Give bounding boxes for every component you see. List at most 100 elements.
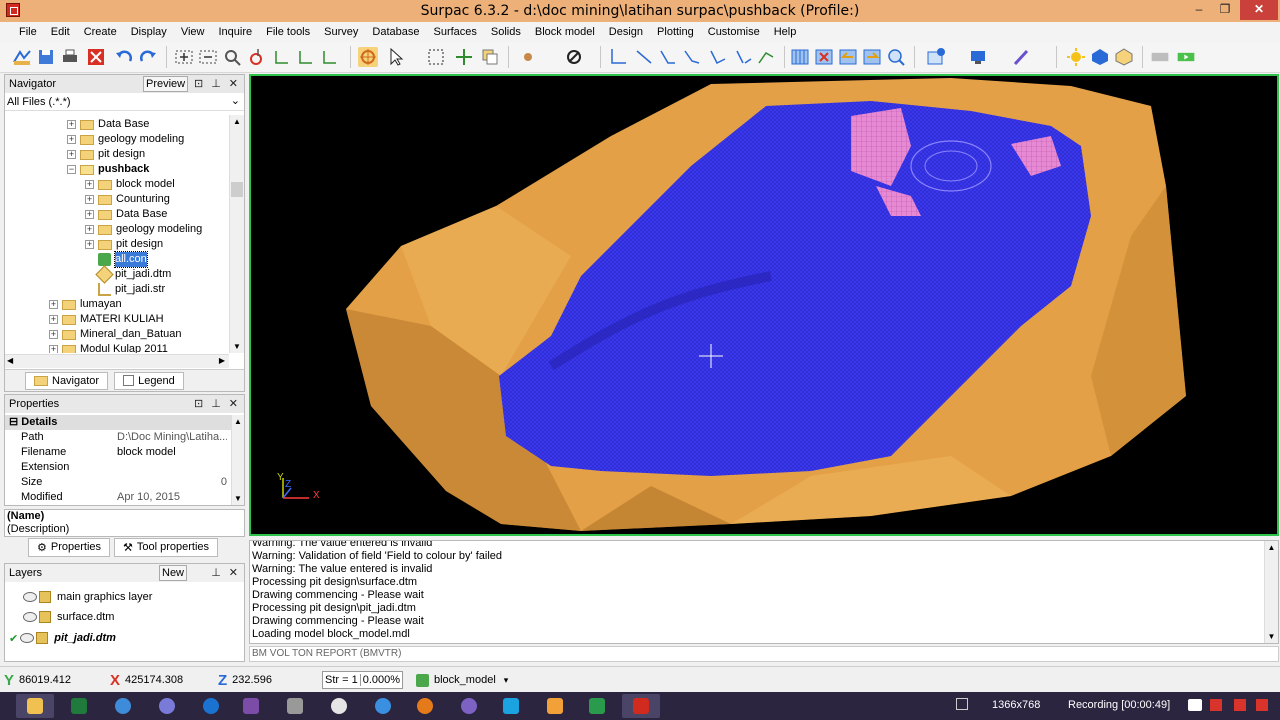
pin-panel-icon[interactable]: ⊥	[211, 397, 221, 410]
maximize-button[interactable]: ❐	[1212, 0, 1238, 20]
renumber-string-icon[interactable]	[756, 47, 776, 67]
eye-icon[interactable]	[20, 633, 35, 643]
reset-graphics-icon[interactable]	[86, 47, 106, 67]
draw-pen-icon[interactable]	[1012, 47, 1032, 67]
stop-record-icon[interactable]	[1234, 699, 1246, 711]
point-icon[interactable]	[518, 47, 538, 67]
tree-item[interactable]: + pit design	[85, 237, 163, 252]
lock-icon[interactable]	[36, 632, 49, 644]
tree-item[interactable]: + geology modeling	[85, 222, 202, 237]
taskbar-explorer[interactable]	[16, 694, 54, 718]
lock-icon[interactable]	[39, 611, 51, 623]
menu-solids[interactable]: Solids	[484, 22, 528, 42]
menu-design[interactable]: Design	[602, 22, 650, 42]
tree-item[interactable]: + geology modeling	[67, 132, 184, 147]
record-icon[interactable]	[1256, 699, 1268, 711]
screen-icon[interactable]	[956, 698, 968, 710]
expand-icon[interactable]: +	[85, 225, 94, 234]
lock-icon[interactable]	[39, 591, 51, 603]
tree-item[interactable]: + Mineral_dan_Batuan	[49, 327, 182, 342]
macro-stop-icon[interactable]	[1150, 47, 1174, 67]
macro-play-icon[interactable]	[1176, 47, 1200, 67]
rotate-icon[interactable]	[246, 47, 266, 67]
string-join-icon[interactable]	[708, 47, 728, 67]
open-file-icon[interactable]	[12, 47, 32, 67]
render-wireframe-icon[interactable]	[1114, 47, 1134, 67]
expand-icon[interactable]: +	[67, 120, 76, 129]
tree-item[interactable]: pit_jadi.str	[85, 282, 165, 297]
close-window-button[interactable]: ✕	[1240, 0, 1278, 20]
string-line-icon[interactable]	[634, 47, 654, 67]
taskbar-vs[interactable]	[232, 694, 270, 718]
tab-tool-properties[interactable]: ⚒ Tool properties	[114, 537, 219, 557]
menu-help[interactable]: Help	[767, 22, 804, 42]
layer-properties-icon[interactable]	[926, 47, 946, 67]
expand-icon[interactable]: +	[85, 195, 94, 204]
taskbar-app4[interactable]	[364, 694, 402, 718]
tab-properties[interactable]: ⚙ Properties	[28, 537, 111, 557]
tree-item[interactable]: all.con	[85, 251, 148, 268]
menu-file[interactable]: File	[12, 22, 44, 42]
prop-row-extension[interactable]: Extension	[5, 460, 233, 475]
prop-row-size[interactable]: Size 0	[5, 475, 233, 490]
close-panel-icon[interactable]: ✕	[229, 397, 238, 410]
taskbar-ie[interactable]	[192, 694, 230, 718]
menu-inquire[interactable]: Inquire	[211, 22, 259, 42]
tree-item[interactable]: + Data Base	[85, 207, 167, 222]
eye-icon[interactable]	[23, 612, 37, 622]
lighting-icon[interactable]	[1066, 47, 1086, 67]
taskbar-app3[interactable]	[320, 694, 358, 718]
view-yz-icon[interactable]	[320, 47, 340, 67]
zoom-out-icon[interactable]	[198, 47, 218, 67]
tab-legend[interactable]: Legend	[114, 371, 184, 390]
pause-record-icon[interactable]	[1210, 699, 1222, 711]
taskbar-firefox[interactable]	[406, 694, 444, 718]
expand-icon[interactable]: +	[49, 315, 58, 324]
properties-scrollbar[interactable]: ▲ ▼	[231, 415, 244, 505]
move-icon[interactable]	[454, 47, 474, 67]
message-scrollbar[interactable]: ▲ ▼	[1264, 541, 1278, 643]
pointer-icon[interactable]	[386, 47, 406, 67]
menu-view[interactable]: View	[174, 22, 212, 42]
taskbar-excel2[interactable]	[578, 694, 616, 718]
expand-icon[interactable]: +	[85, 180, 94, 189]
menu-create[interactable]: Create	[77, 22, 124, 42]
close-panel-icon[interactable]: ✕	[229, 566, 238, 579]
tree-item[interactable]: + Modul Kulap 2011	[49, 342, 168, 353]
zoom-extents-icon[interactable]	[886, 47, 906, 67]
eye-icon[interactable]	[23, 592, 37, 602]
view-xy-icon[interactable]	[272, 47, 292, 67]
menu-plotting[interactable]: Plotting	[650, 22, 701, 42]
pin-panel-icon[interactable]: ⊥	[211, 566, 221, 579]
tree-item[interactable]: + Counturing	[85, 192, 170, 207]
taskbar-skype[interactable]	[492, 694, 530, 718]
prop-row-path[interactable]: Path D:\Doc Mining\Latiha...	[5, 430, 233, 445]
select-point-icon[interactable]	[358, 47, 378, 67]
menu-customise[interactable]: Customise	[701, 22, 767, 42]
tab-navigator[interactable]: Navigator	[25, 371, 109, 390]
expand-icon[interactable]: +	[85, 210, 94, 219]
tree-item[interactable]: + block model	[85, 177, 175, 192]
block-model-select[interactable]: block_model ▾	[416, 671, 508, 689]
menu-file-tools[interactable]: File tools	[259, 22, 317, 42]
display-settings-icon[interactable]	[968, 47, 988, 67]
tree-item[interactable]: + MATERI KULIAH	[49, 312, 164, 327]
tree-item[interactable]: + Data Base	[67, 117, 149, 132]
expand-icon[interactable]: +	[49, 300, 58, 309]
close-panel-icon[interactable]: ✕	[229, 77, 238, 90]
tree-vertical-scrollbar[interactable]: ▲ ▼	[229, 115, 244, 353]
tree-item[interactable]: + pit design	[67, 147, 145, 162]
digitise-string-icon[interactable]	[608, 47, 628, 67]
preview-button[interactable]: Preview	[143, 76, 189, 92]
minimize-button[interactable]: –	[1186, 0, 1212, 20]
tree-item[interactable]: + lumayan	[49, 297, 122, 312]
expand-icon[interactable]: +	[67, 150, 76, 159]
undo-icon[interactable]	[114, 47, 134, 67]
section-view-icon[interactable]	[790, 47, 810, 67]
tree-item[interactable]: pit_jadi.dtm	[85, 265, 171, 284]
float-panel-icon[interactable]: ⊡	[194, 77, 203, 90]
section-forward-icon[interactable]	[862, 47, 882, 67]
string-extend-icon[interactable]	[682, 47, 702, 67]
taskbar-app5[interactable]	[536, 694, 574, 718]
camera-icon[interactable]	[1188, 699, 1202, 711]
